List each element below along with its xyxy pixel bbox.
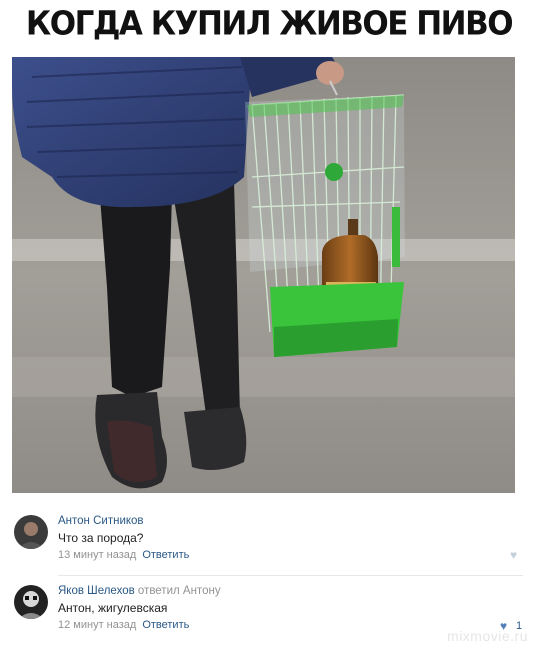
watermark: mixmovie.ru	[447, 628, 528, 644]
comment-author-line: Яков Шелехов ответил Антону	[58, 585, 221, 597]
comment: Антон Ситников Что за порода? 13 минут н…	[0, 510, 538, 570]
comment-time[interactable]: 13 минут назад	[58, 549, 136, 561]
comment-time[interactable]: 12 минут назад	[58, 619, 136, 631]
divider	[58, 575, 523, 576]
meme-photo	[12, 57, 515, 493]
avatar[interactable]	[14, 585, 48, 619]
reply-button[interactable]: Ответить	[142, 619, 189, 631]
reply-button[interactable]: Ответить	[142, 549, 189, 561]
comment-meta: 12 минут назад Ответить	[58, 619, 189, 631]
like-heart-icon[interactable]: ♥	[510, 548, 517, 562]
comment-author[interactable]: Антон Ситников	[58, 515, 144, 527]
comment-meta: 13 минут назад Ответить	[58, 549, 189, 561]
meme-title: КОГДА КУПИЛ ЖИВОЕ ПИВО	[25, 5, 514, 43]
comment-text: Антон, жигулевская	[58, 601, 168, 615]
avatar[interactable]	[14, 515, 48, 549]
replied-to[interactable]: ответил Антону	[138, 585, 221, 597]
comment-text: Что за порода?	[58, 531, 144, 545]
comment-author[interactable]: Яков Шелехов	[58, 585, 135, 597]
